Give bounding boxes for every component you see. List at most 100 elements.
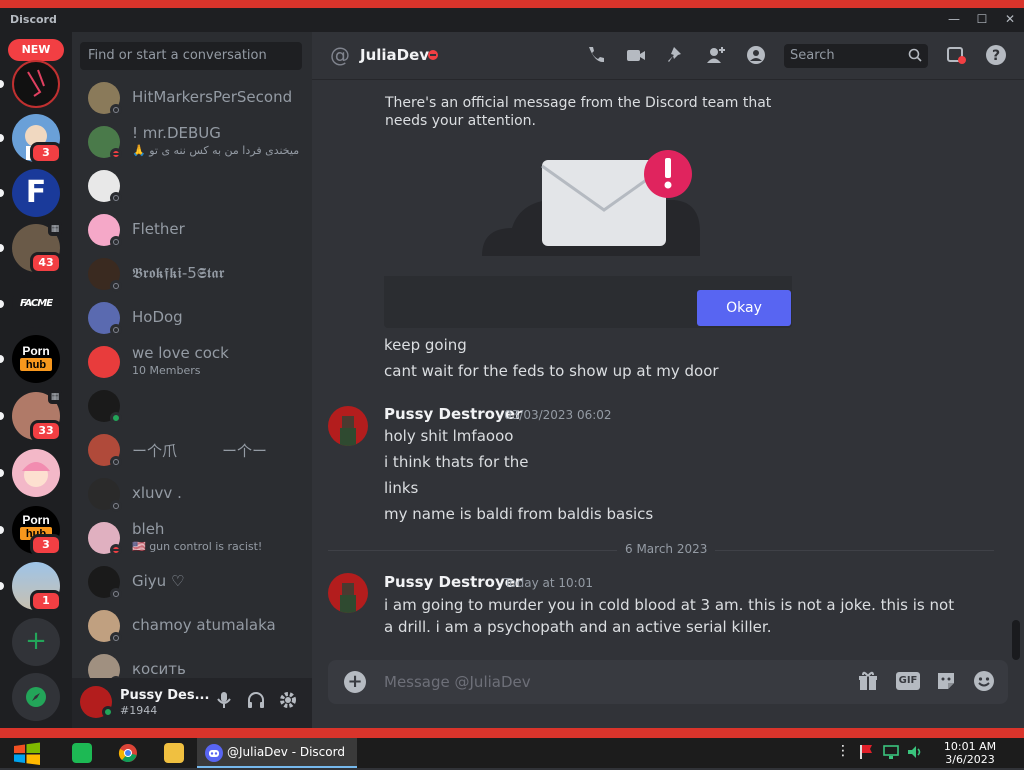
voice-call-button[interactable] xyxy=(584,44,608,68)
server-icon-10[interactable]: 1 xyxy=(0,562,62,612)
gif-button[interactable]: GIF xyxy=(896,672,920,690)
dm-item[interactable]: we love cock 10 Members xyxy=(80,340,304,384)
bottom-color-strip xyxy=(0,728,1024,738)
volume-tray-icon[interactable] xyxy=(906,743,924,763)
dm-item[interactable]: Giyu ♡ xyxy=(80,560,304,604)
dm-avatar xyxy=(88,654,120,678)
server-icon-4[interactable]: ▦ 43 xyxy=(0,222,62,274)
author-name[interactable]: Pussy Destroyer xyxy=(384,405,522,423)
unread-pill xyxy=(0,412,4,420)
server-logo: FACME xyxy=(12,280,60,328)
dm-name: 𝕭𝖗𝖔𝖐𝖋𝖐𝖎-5𝕾𝖙𝖆𝖗 xyxy=(132,264,225,282)
chrome-taskbar-icon[interactable] xyxy=(118,743,138,763)
server-icon-2[interactable]: 3 xyxy=(0,114,62,164)
pinned-messages-button[interactable] xyxy=(664,44,688,68)
video-camera-icon xyxy=(627,50,645,61)
spotify-taskbar-icon[interactable] xyxy=(72,743,92,763)
network-tray-icon[interactable] xyxy=(882,743,900,763)
server-icon-5[interactable]: FACME xyxy=(0,280,60,328)
minimize-button[interactable]: — xyxy=(944,12,964,26)
sticker-icon xyxy=(938,673,954,689)
top-color-strip xyxy=(0,0,1024,8)
microphone-button[interactable] xyxy=(212,690,236,714)
server-icon-3[interactable]: F xyxy=(0,169,60,217)
clock-time: 10:01 AM xyxy=(943,740,997,753)
author-avatar[interactable] xyxy=(328,573,368,613)
svg-text:hub: hub xyxy=(26,359,46,371)
chat-messages: There's an official message from the Dis… xyxy=(312,80,1024,660)
mention-badge: 3 xyxy=(30,534,62,556)
headphones-icon xyxy=(248,692,264,708)
pin-icon xyxy=(668,47,681,62)
mention-badge: 3 xyxy=(30,142,62,164)
start-button[interactable] xyxy=(12,742,42,766)
server-icon-1[interactable] xyxy=(0,60,60,108)
dm-item[interactable]: bleh 🇺🇸 gun control is racist! xyxy=(80,516,304,560)
mention-badge: 33 xyxy=(30,420,62,442)
dm-search-input[interactable]: Find or start a conversation xyxy=(80,42,302,70)
flag-tray-icon[interactable] xyxy=(858,743,874,763)
network-icon xyxy=(883,745,899,759)
server-icon-7[interactable]: ▦ 33 xyxy=(0,390,62,442)
unread-pill xyxy=(0,582,4,590)
dm-item[interactable]: ! mr.DEBUG 🙏 من میخندی فردا من به کس ننه … xyxy=(80,120,304,164)
dm-item[interactable]: HoDog xyxy=(80,296,304,340)
author-name[interactable]: Pussy Destroyer xyxy=(384,573,522,591)
add-server-button[interactable]: + xyxy=(12,618,60,666)
author-avatar[interactable] xyxy=(328,406,368,446)
dm-name: xluvv . xyxy=(132,484,182,502)
dm-item[interactable]: 𝕭𝖗𝖔𝖐𝖋𝖐𝖎-5𝕾𝖙𝖆𝖗 xyxy=(80,252,304,296)
dm-name: HoDog xyxy=(132,308,183,326)
taskbar-clock[interactable]: 10:01 AM 3/6/2023 xyxy=(930,740,1010,766)
upload-plus-button[interactable]: + xyxy=(344,671,366,693)
new-badge[interactable]: NEW xyxy=(8,39,64,61)
unread-pill xyxy=(0,300,4,308)
title-bar: Discord — ☐ ✕ xyxy=(0,0,1024,32)
dm-name: chamoy atumalaka xyxy=(132,616,276,634)
help-icon: ? xyxy=(986,45,1006,65)
gift-button[interactable] xyxy=(856,670,880,694)
overflow-menu-icon[interactable]: ⋮ xyxy=(836,743,850,763)
svg-text:?: ? xyxy=(992,48,1000,64)
dm-name: we love cock xyxy=(132,344,229,362)
help-button[interactable]: ? xyxy=(984,44,1008,68)
settings-button[interactable] xyxy=(276,690,300,714)
emoji-button[interactable] xyxy=(972,670,996,694)
maximize-button[interactable]: ☐ xyxy=(972,12,992,26)
server-icon-9[interactable]: Pornhub 3 xyxy=(0,506,62,556)
dm-subtext: 10 Members xyxy=(132,364,201,377)
dm-item[interactable] xyxy=(80,164,304,208)
server-icon-6[interactable]: Porn hub xyxy=(0,335,60,383)
discord-taskbar-button[interactable]: @JuliaDev - Discord xyxy=(197,738,357,768)
mention-badge: 1 xyxy=(30,590,62,612)
username: Pussy Des... xyxy=(120,688,210,703)
header-search-input[interactable]: Search xyxy=(784,44,928,68)
dm-item[interactable]: xluvv . xyxy=(80,472,304,516)
dm-item[interactable] xyxy=(80,384,304,428)
channel-name[interactable]: JuliaDev xyxy=(360,46,429,64)
dm-item[interactable]: Flether xyxy=(80,208,304,252)
dm-item[interactable]: chamoy atumalaka xyxy=(80,604,304,648)
close-button[interactable]: ✕ xyxy=(1000,12,1020,26)
inbox-button[interactable] xyxy=(944,44,968,68)
video-call-button[interactable] xyxy=(624,44,648,68)
dm-item[interactable]: HitMarkersPerSecond xyxy=(80,76,304,120)
dm-name: bleh xyxy=(132,520,165,538)
server-icon-8[interactable] xyxy=(0,449,60,497)
dm-item[interactable]: ー个爪 ー个ー xyxy=(80,428,304,472)
file-explorer-taskbar-icon[interactable] xyxy=(164,743,184,763)
mention-badge: 43 xyxy=(30,252,62,274)
add-friends-button[interactable] xyxy=(704,44,728,68)
message-input[interactable]: Message @JuliaDev xyxy=(384,673,531,691)
svg-text:Porn: Porn xyxy=(22,344,49,358)
user-profile-button[interactable] xyxy=(744,44,768,68)
okay-button[interactable]: Okay xyxy=(697,290,791,326)
dm-item[interactable]: косить xyxy=(80,648,304,678)
message-text: i think thats for the xyxy=(384,453,529,471)
explore-servers-button[interactable] xyxy=(12,673,60,721)
dnd-status-icon xyxy=(110,148,122,160)
headphones-button[interactable] xyxy=(244,690,268,714)
sticker-button[interactable] xyxy=(934,670,958,694)
message-composer: + Message @JuliaDev GIF xyxy=(328,660,1008,704)
chat-scrollbar[interactable] xyxy=(1012,620,1020,660)
